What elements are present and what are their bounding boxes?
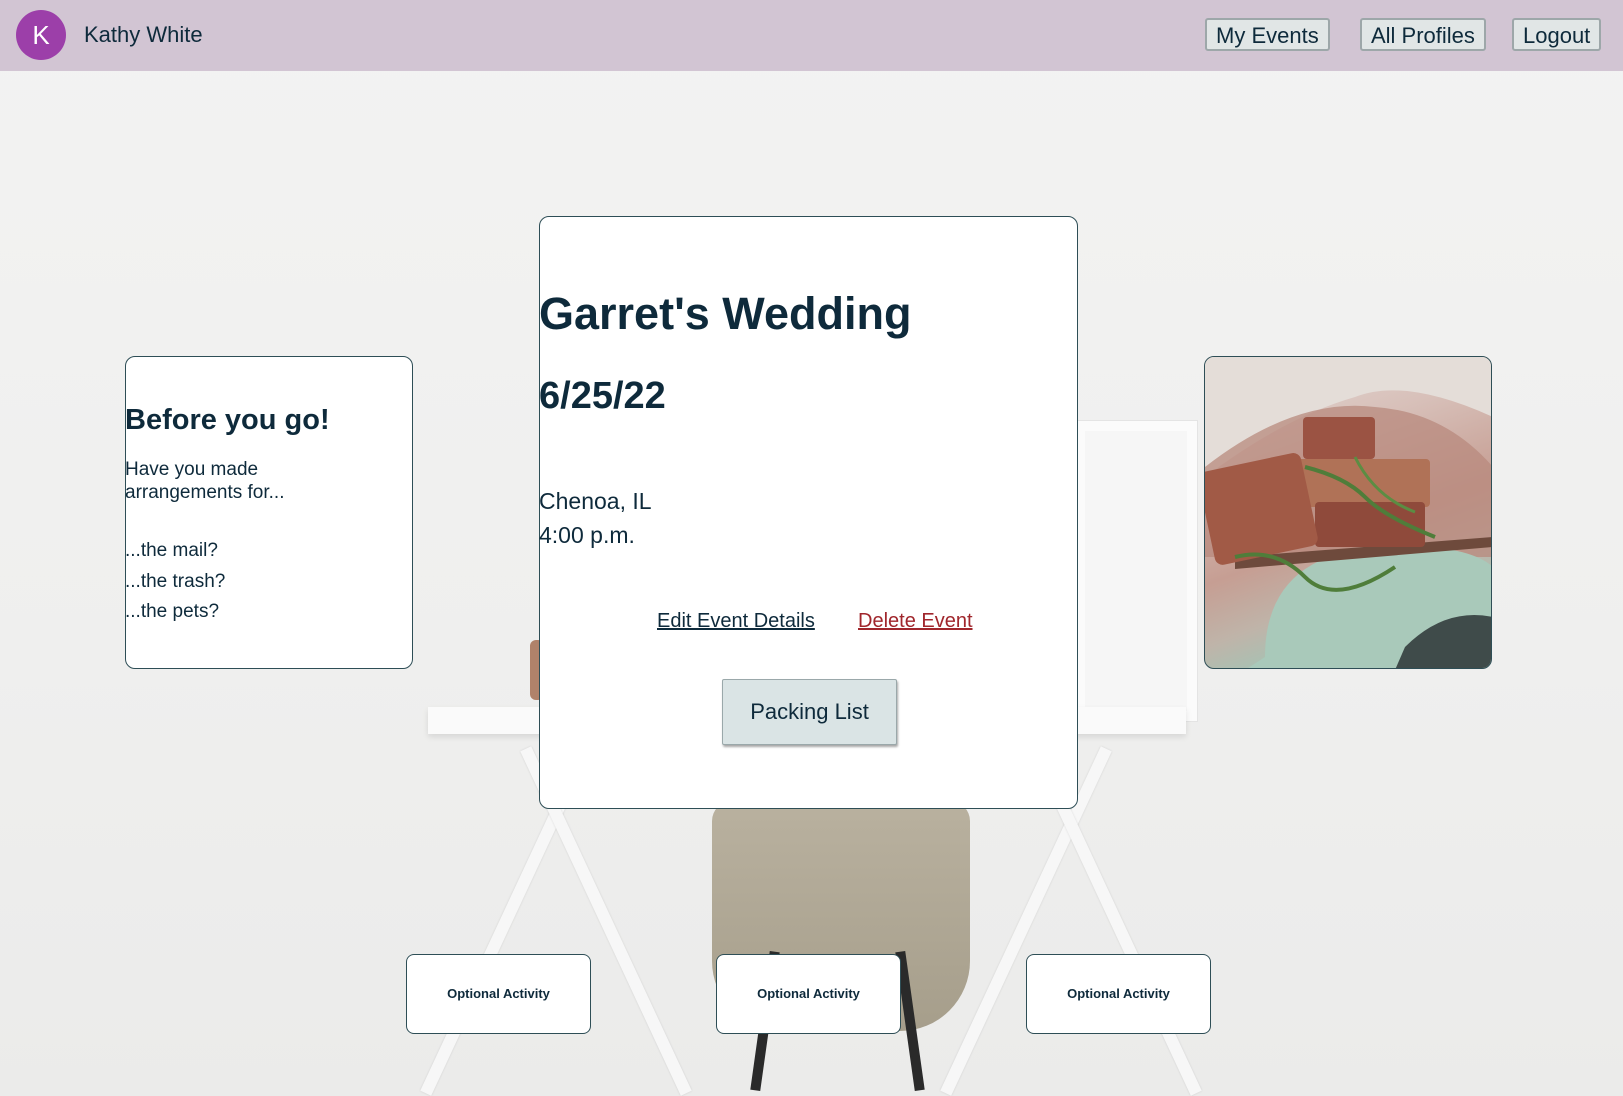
edit-event-link[interactable]: Edit Event Details xyxy=(657,610,815,633)
event-date: 6/25/22 xyxy=(539,375,666,417)
event-time: 4:00 p.m. xyxy=(539,522,635,548)
reminder-title: Before you go! xyxy=(125,404,330,436)
picture-frame-decor xyxy=(1075,421,1197,721)
optional-activity-card[interactable]: Optional Activity xyxy=(716,954,901,1034)
travel-photo xyxy=(1204,356,1492,669)
user-name: Kathy White xyxy=(84,22,203,47)
my-events-button[interactable]: My Events xyxy=(1205,18,1330,51)
optional-activity-card[interactable]: Optional Activity xyxy=(406,954,591,1034)
event-title: Garret's Wedding xyxy=(539,288,912,339)
reminder-intro-line: arrangements for... xyxy=(125,482,285,503)
reminder-item: ...the mail? xyxy=(125,540,218,561)
avatar[interactable]: K xyxy=(16,10,66,60)
reminder-item: ...the pets? xyxy=(125,601,220,622)
top-bar: K Kathy White My Events All Profiles Log… xyxy=(0,0,1623,71)
reminder-item: ...the trash? xyxy=(125,571,226,592)
logout-button[interactable]: Logout xyxy=(1512,18,1602,51)
event-location: Chenoa, IL xyxy=(539,488,652,514)
suitcases-image xyxy=(1205,357,1491,668)
packing-list-button[interactable]: Packing List xyxy=(722,679,897,745)
reminder-intro-line: Have you made xyxy=(125,459,259,480)
all-profiles-button[interactable]: All Profiles xyxy=(1360,18,1486,51)
delete-event-link[interactable]: Delete Event xyxy=(858,610,973,633)
optional-activity-card[interactable]: Optional Activity xyxy=(1026,954,1211,1034)
